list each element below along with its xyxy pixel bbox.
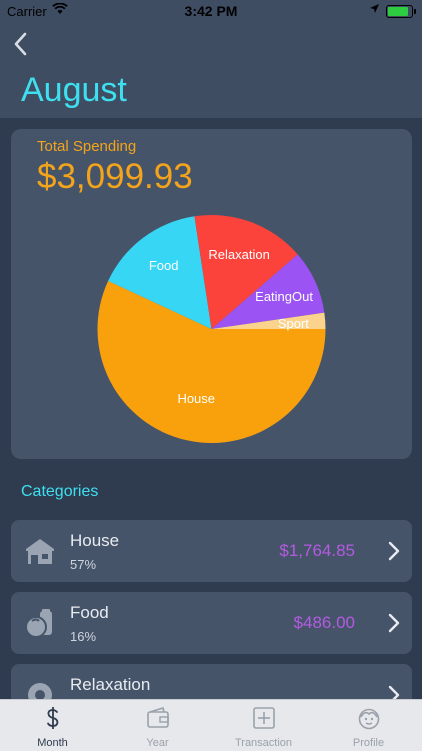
pie-label-relaxation: Relaxation <box>208 247 269 262</box>
category-percent: 16% <box>70 629 97 644</box>
plus-square-icon <box>253 707 275 729</box>
chevron-right-icon <box>388 613 400 633</box>
spending-pie-chart[interactable]: House Food Relaxation EatingOut Sport <box>11 129 412 459</box>
pie-label-eatingout: EatingOut <box>255 289 313 304</box>
pie-label-sport: Sport <box>278 316 309 331</box>
tab-month[interactable]: Month <box>0 700 105 751</box>
category-amount: $486.00 <box>293 613 355 632</box>
spending-summary-card: Total Spending $3,099.93 House Food Relaxa… <box>11 129 412 459</box>
categories-heading: Categories <box>21 483 99 500</box>
tab-label: Transaction <box>234 737 293 749</box>
category-row-house[interactable]: House 57% $1,764.85 <box>11 520 412 582</box>
house-icon <box>26 539 54 564</box>
category-name: Relaxation <box>70 675 151 694</box>
tab-transaction[interactable]: Transaction <box>211 700 316 751</box>
tab-label: Year <box>146 737 169 749</box>
chevron-right-icon <box>388 541 400 561</box>
tab-profile[interactable]: Profile <box>316 700 421 751</box>
pie-label-house: House <box>177 391 215 406</box>
category-name: Food <box>70 603 109 622</box>
category-percent: 57% <box>70 557 97 572</box>
status-bar: Carrier 3:42 PM <box>0 0 422 22</box>
back-chevron-icon[interactable] <box>8 28 36 60</box>
page-title: August <box>21 71 127 109</box>
tab-year[interactable]: Year <box>105 700 210 751</box>
clock: 3:42 PM <box>184 3 238 19</box>
category-amount: $1,764.85 <box>279 541 355 560</box>
category-row-food[interactable]: Food 16% $486.00 <box>11 592 412 654</box>
battery-icon <box>386 5 416 18</box>
food-icon <box>25 609 52 638</box>
wallet-icon <box>147 706 169 728</box>
pie-label-food: Food <box>149 258 179 273</box>
face-icon <box>358 708 380 730</box>
category-name: House <box>70 531 120 550</box>
tab-label: Month <box>37 737 68 749</box>
tab-bar: Month Year Transaction Profile <box>0 699 422 751</box>
tab-label: Profile <box>352 737 385 749</box>
location-arrow-icon <box>370 4 379 13</box>
dollar-icon <box>47 707 59 729</box>
